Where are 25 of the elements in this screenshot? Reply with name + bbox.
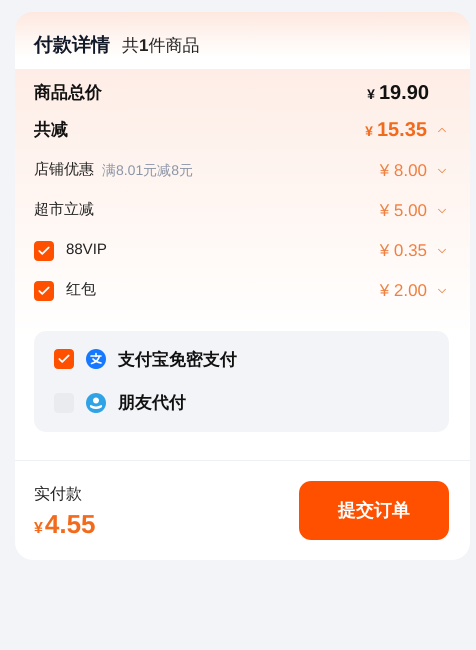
discount-item-label: 店铺优惠	[34, 160, 94, 180]
total-label: 商品总价	[34, 82, 102, 104]
payment-method-label[interactable]: 朋友代付	[118, 390, 186, 416]
check-icon	[37, 284, 51, 298]
checkbox[interactable]	[34, 280, 54, 300]
checkbox[interactable]	[34, 240, 54, 260]
amount-due: ¥4.55	[34, 511, 96, 537]
discount-item-label: 88VIP	[66, 240, 107, 260]
discount-item-price: ¥ 5.00	[380, 200, 427, 222]
discount-item-price: ¥ 0.35	[380, 240, 427, 262]
discount-rule: 满8.01元减8元	[102, 161, 194, 180]
amount-due-label: 实付款	[34, 484, 83, 505]
wallet-logo-icon	[86, 349, 106, 370]
payment-method-label[interactable]: 支付宝免密支付	[118, 346, 237, 372]
card-title: 付款详情	[34, 34, 110, 58]
discount-item-label: 超市立减	[34, 200, 94, 220]
discount-label: 共减	[34, 118, 68, 141]
discount-item-price: ¥ 2.00	[380, 280, 427, 302]
discount-item-price: ¥ 8.00	[380, 160, 427, 182]
item-count: 共1件商品	[122, 35, 200, 57]
discount-item-label: 红包	[66, 280, 96, 300]
check-icon	[37, 244, 51, 258]
total-price: ¥ 19.90	[367, 80, 429, 106]
discount-price: ¥ 15.35	[365, 118, 427, 142]
checkbox[interactable]	[54, 349, 74, 370]
